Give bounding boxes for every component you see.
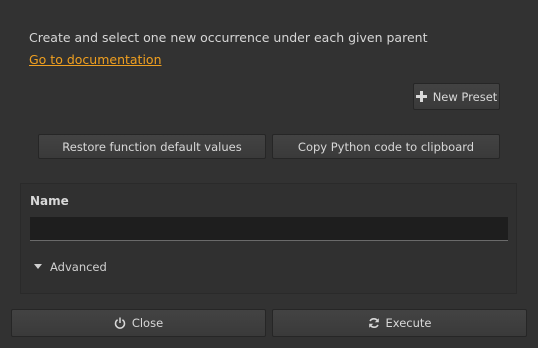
refresh-icon — [368, 317, 380, 329]
new-preset-button[interactable]: New Preset — [413, 83, 500, 110]
close-button[interactable]: Close — [11, 309, 266, 337]
plus-icon — [415, 91, 427, 102]
parameters-panel: Name Advanced — [20, 183, 517, 294]
triangle-down-icon — [34, 264, 42, 270]
restore-defaults-label: Restore function default values — [62, 139, 242, 154]
close-label: Close — [131, 316, 164, 330]
new-preset-label: New Preset — [432, 89, 498, 104]
execute-button[interactable]: Execute — [272, 309, 527, 337]
name-input[interactable] — [30, 217, 508, 241]
advanced-label: Advanced — [50, 260, 107, 274]
function-dialog: Create and select one new occurrence und… — [0, 0, 538, 348]
execute-label: Execute — [385, 316, 432, 330]
power-icon — [114, 317, 126, 329]
documentation-link[interactable]: Go to documentation — [29, 52, 162, 67]
function-description: Create and select one new occurrence und… — [29, 30, 428, 45]
copy-python-button[interactable]: Copy Python code to clipboard — [272, 134, 500, 159]
advanced-section-toggle[interactable]: Advanced — [34, 260, 107, 274]
name-label: Name — [30, 194, 69, 208]
copy-python-label: Copy Python code to clipboard — [297, 139, 475, 154]
restore-defaults-button[interactable]: Restore function default values — [38, 134, 266, 159]
